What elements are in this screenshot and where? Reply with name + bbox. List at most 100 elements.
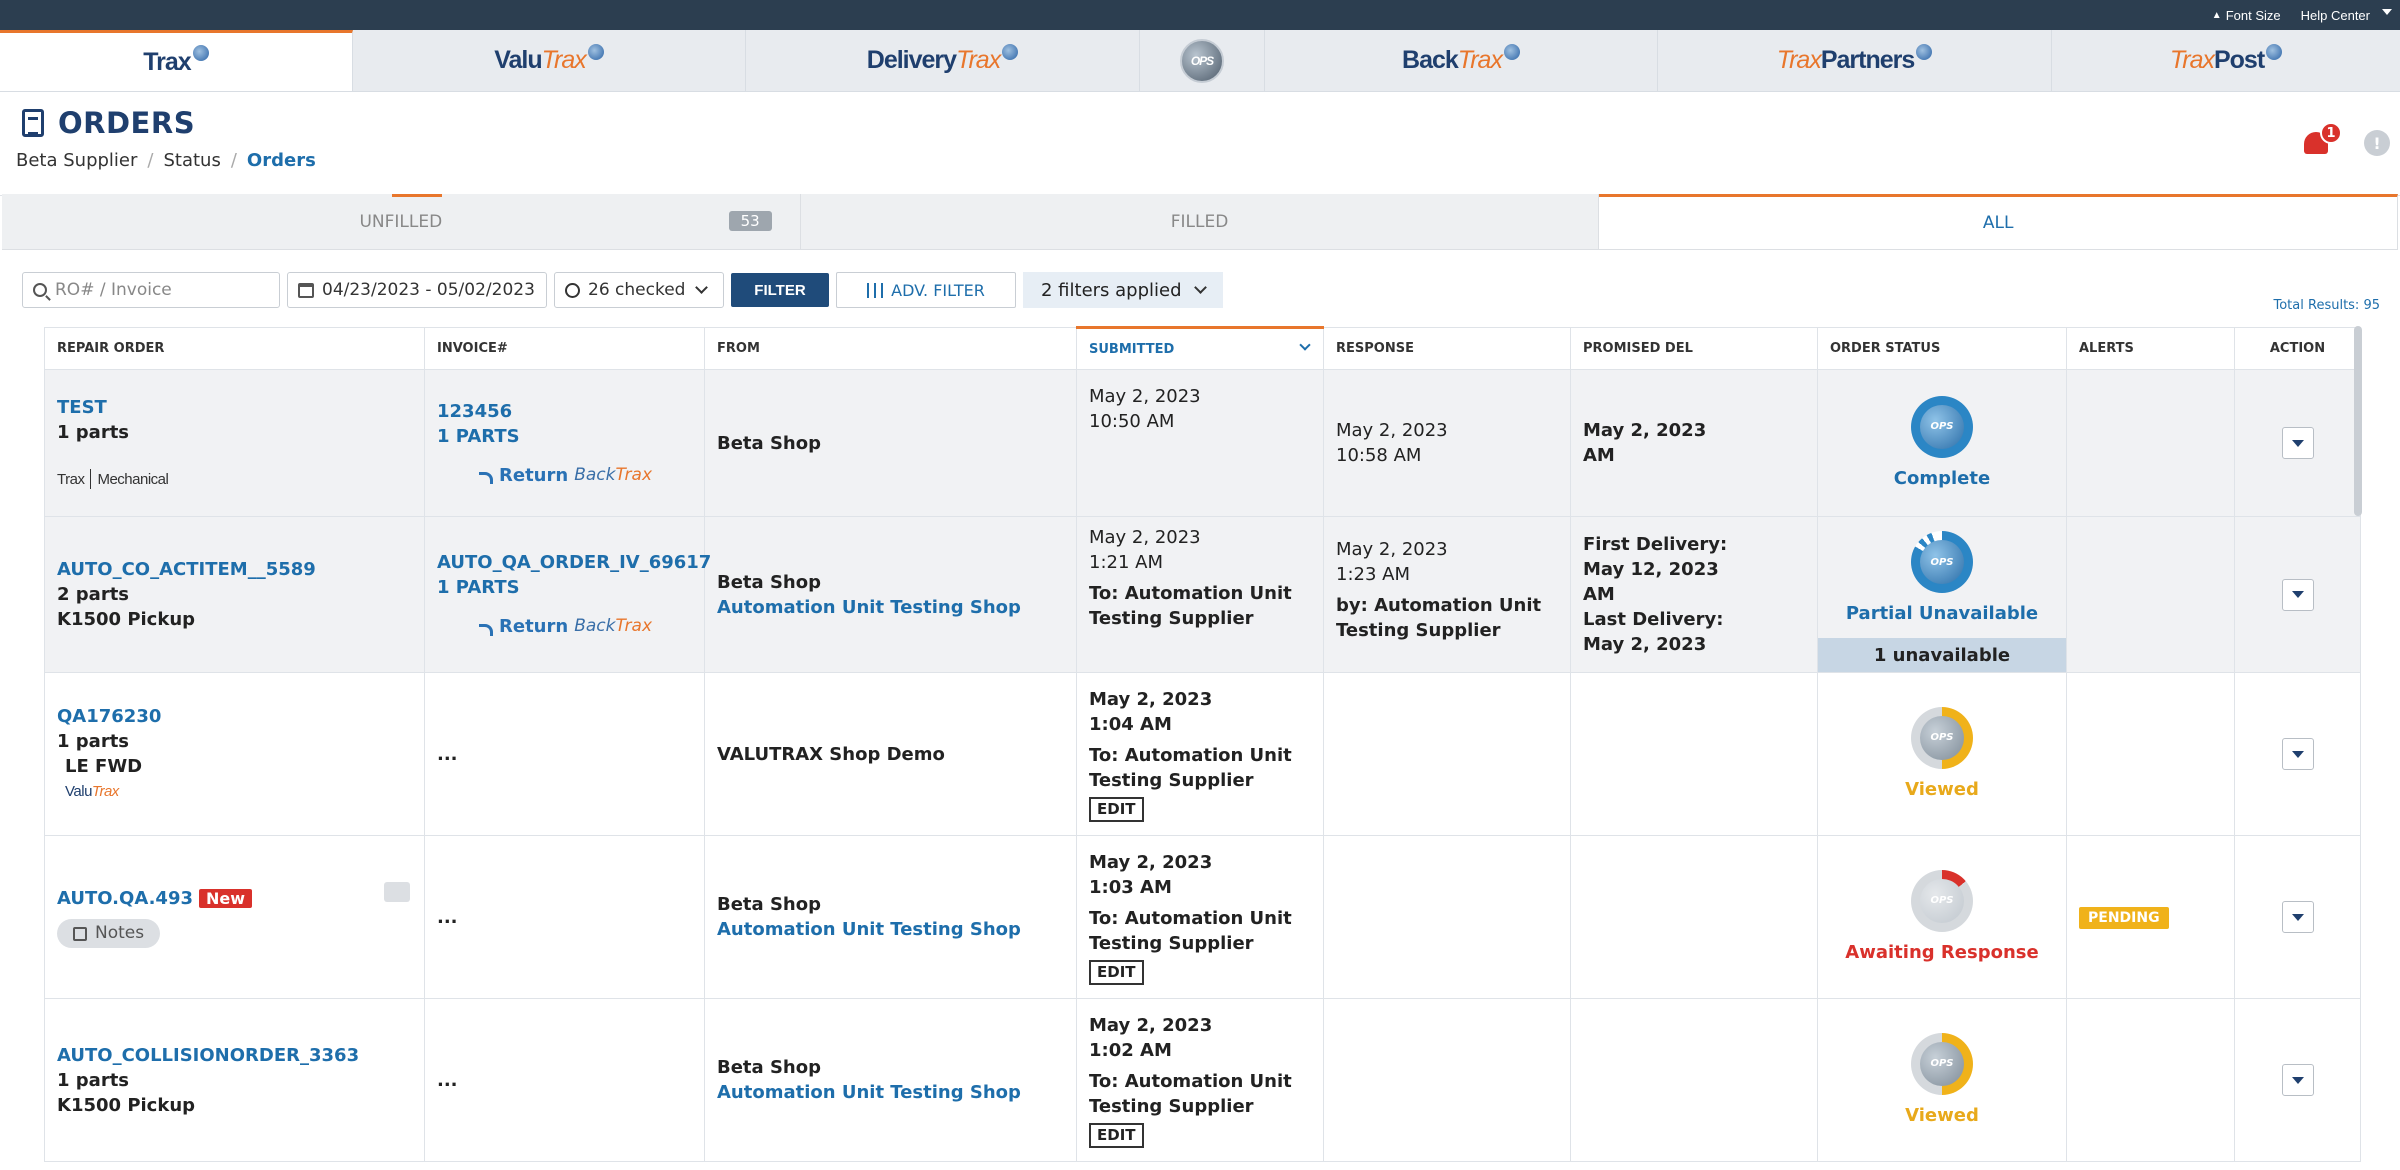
help-center-link[interactable]: Help Center [2301,8,2370,23]
status-label[interactable]: Viewed [1818,1103,2066,1128]
tab-unfilled[interactable]: UNFILLED 53 [2,194,801,249]
cell-promised: First Delivery: May 12, 2023 AM Last Del… [1570,516,1818,673]
valutrax-logo-icon [587,43,604,60]
chevron-down-icon [695,281,709,294]
col-submitted[interactable]: SUBMITTED [1076,326,1324,370]
font-size-link[interactable]: ▲ Font Size [2212,8,2281,23]
cell-invoice: ... [424,998,705,1162]
breadcrumb-beta-supplier[interactable]: Beta Supplier [16,150,137,171]
ops-logo-icon: OPS [1180,38,1224,83]
ro-link[interactable]: QA176230 [57,704,412,729]
row-action-dropdown[interactable] [2281,738,2314,770]
note-icon [73,926,87,941]
tab-backtrax[interactable]: Back Trax [1265,30,1658,91]
return-backtrax-link[interactable]: Return BackTrax [479,614,692,639]
col-action: ACTION [2234,327,2361,370]
traxpost-logo-icon [2266,43,2283,60]
col-invoice[interactable]: INVOICE# [424,327,705,370]
edit-button[interactable]: EDIT [1089,796,1144,822]
cell-repair-order: AUTO_COLLISIONORDER_3363 1 parts K1500 P… [44,998,425,1162]
shop-link[interactable]: Automation Unit Testing Shop [717,595,1064,620]
tab-deliverytrax[interactable]: Delivery Trax [746,30,1140,91]
edit-note-icon[interactable] [384,882,410,902]
cell-alerts [2066,672,2235,836]
cell-alerts [2066,516,2235,673]
cell-repair-order: AUTO_CO_ACTITEM__5589 2 parts K1500 Pick… [44,516,425,673]
status-label[interactable]: Viewed [1818,777,2066,802]
row-action-dropdown[interactable] [2281,1064,2314,1096]
col-response[interactable]: RESPONSE [1323,327,1571,370]
col-from[interactable]: FROM [704,327,1077,370]
tab-ops[interactable]: OPS [1140,30,1265,91]
viewed-status-icon: OPS [1911,1032,1973,1095]
col-order-status[interactable]: ORDER STATUS [1817,327,2067,370]
edit-button[interactable]: EDIT [1089,959,1144,985]
table-scrollbar[interactable] [2354,326,2362,516]
cell-action [2234,672,2361,836]
tab-valutrax[interactable]: Valu Trax [353,30,746,91]
cell-promised [1570,672,1818,836]
return-backtrax-link[interactable]: Return BackTrax [479,463,692,488]
cell-invoice: AUTO_QA_ORDER_IV_69617 1 PARTS Return Ba… [424,516,711,673]
tab-filled[interactable]: FILLED [801,194,1600,249]
cell-from: Beta Shop Automation Unit Testing Shop [704,835,1077,999]
col-alerts[interactable]: ALERTS [2066,327,2235,370]
ro-link[interactable]: AUTO.QA.493 [57,888,193,909]
cell-response: May 2, 2023 10:58 AM [1323,369,1571,517]
checked-dropdown[interactable]: 26 checked [554,272,724,308]
shop-link[interactable]: Automation Unit Testing Shop [717,917,1064,942]
page-title-row: ORDERS [22,106,195,140]
status-label[interactable]: Awaiting Response [1818,940,2066,965]
filter-button[interactable]: FILTER [731,273,829,307]
filters-applied-dropdown[interactable]: 2 filters applied [1023,272,1223,308]
table-row[interactable]: QA176230 1 parts LE FWD ValuTrax ... VAL… [44,672,2361,836]
complete-status-icon: OPS [1911,395,1973,458]
col-promised-del[interactable]: PROMISED DEL [1570,327,1818,370]
row-action-dropdown[interactable] [2281,578,2314,611]
adv-filter-button[interactable]: ADV. FILTER [836,272,1016,308]
orders-table: REPAIR ORDER INVOICE# FROM SUBMITTED RES… [44,326,2361,1162]
status-tabs: UNFILLED 53 FILLED ALL [2,194,2399,250]
table-row[interactable]: TEST 1 parts Trax Mechanical 123456 1 PA… [44,369,2361,517]
tab-trax[interactable]: Trax [0,30,353,91]
ro-link[interactable]: AUTO_COLLISIONORDER_3363 [57,1043,412,1068]
cell-promised [1570,835,1818,999]
tab-all[interactable]: ALL [1599,194,2399,249]
user-icon [565,282,580,298]
ro-link[interactable]: AUTO_CO_ACTITEM__5589 [57,557,412,582]
tab-traxpost[interactable]: Trax Post [2052,30,2400,91]
row-action-dropdown[interactable] [2281,901,2314,933]
caret-down-icon [2291,1076,2304,1084]
search-input[interactable]: RO# / Invoice [22,272,280,308]
status-label[interactable]: Partial Unavailable [1818,601,2066,626]
cell-action [2234,516,2361,673]
new-badge: New [199,889,253,908]
cell-action [2234,998,2361,1162]
shop-link[interactable]: Automation Unit Testing Shop [717,1080,1064,1105]
status-label[interactable]: Complete [1818,466,2066,491]
cell-promised [1570,998,1818,1162]
account-menu-caret-icon[interactable] [2382,9,2392,15]
table-row[interactable]: AUTO_COLLISIONORDER_3363 1 parts K1500 P… [44,998,2361,1162]
table-row[interactable]: AUTO.QA.493 New Notes ... Beta Shop Autom… [44,835,2361,999]
cell-response [1323,835,1571,999]
caret-down-icon [2291,439,2304,447]
date-range-picker[interactable]: 04/23/2023 - 05/02/2023 [287,272,547,308]
return-arrow-icon [479,623,493,636]
edit-button[interactable]: EDIT [1089,1122,1144,1148]
cell-action [2234,835,2361,999]
table-row[interactable]: AUTO_CO_ACTITEM__5589 2 parts K1500 Pick… [44,516,2361,673]
notifications-bell-icon[interactable]: 1 [2304,122,2342,154]
invoice-link[interactable]: AUTO_QA_ORDER_IV_69617 [437,550,711,575]
notes-button[interactable]: Notes [57,919,161,948]
valutrax-logo: ValuTrax [65,783,119,800]
breadcrumb-status[interactable]: Status [163,150,220,171]
ro-link[interactable]: TEST [57,395,412,420]
alert-icon[interactable]: ! [2364,130,2390,156]
invoice-link[interactable]: 123456 [437,399,692,424]
traxpartners-logo-icon [1916,43,1933,60]
col-repair-order[interactable]: REPAIR ORDER [44,327,425,370]
tab-traxpartners[interactable]: Trax Partners [1658,30,2052,91]
breadcrumb: Beta Supplier / Status / Orders [16,150,316,171]
row-action-dropdown[interactable] [2281,427,2314,459]
